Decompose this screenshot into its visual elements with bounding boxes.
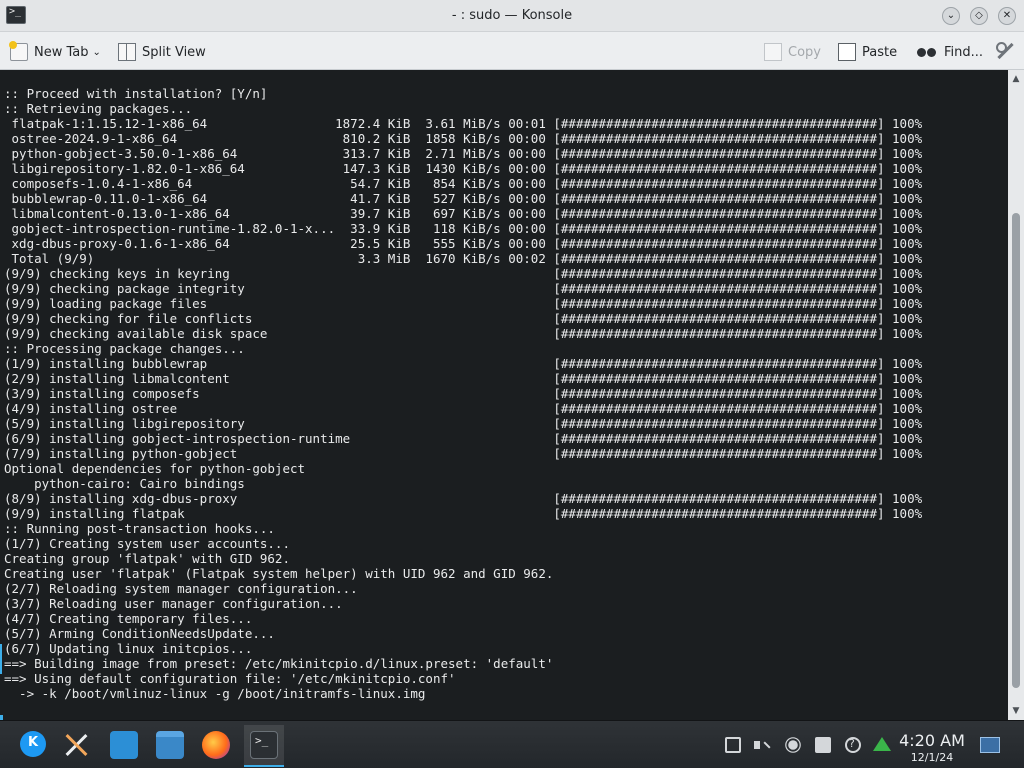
terminal-line: :: Processing package changes...	[4, 341, 245, 356]
terminal-line: (9/9) checking for file conflicts [#####…	[4, 311, 923, 326]
firefox-icon[interactable]	[202, 731, 230, 759]
terminal-line: libmalcontent-0.13.0-1-x86_64 39.7 KiB 6…	[4, 206, 923, 221]
terminal-line: composefs-1.0.4-1-x86_64 54.7 KiB 854 Ki…	[4, 176, 923, 191]
new-tab-label: New Tab	[34, 44, 89, 60]
paste-button[interactable]: Paste	[838, 41, 897, 63]
terminal-line: python-gobject-3.50.0-1-x86_64 313.7 KiB…	[4, 146, 923, 161]
paste-icon	[838, 43, 856, 61]
terminal-line: (5/7) Arming ConditionNeedsUpdate...	[4, 626, 275, 641]
system-settings-icon[interactable]	[62, 731, 90, 759]
terminal-line: :: Running post-transaction hooks...	[4, 521, 275, 536]
terminal-line: (3/7) Reloading user manager configurati…	[4, 596, 343, 611]
help-icon[interactable]	[845, 737, 861, 753]
terminal-line: (2/7) Reloading system manager configura…	[4, 581, 358, 596]
disk-icon[interactable]	[815, 737, 831, 753]
terminal-line: (9/9) checking available disk space [###…	[4, 326, 923, 341]
terminal-line: (6/9) installing gobject-introspection-r…	[4, 431, 923, 446]
minimize-button[interactable]: ⌄	[942, 7, 960, 25]
clock-time[interactable]: 4:20 AM	[892, 731, 972, 750]
scroll-down-icon[interactable]: ▼	[1008, 704, 1024, 718]
binoculars-icon	[916, 43, 938, 61]
terminal-output: :: Proceed with installation? [Y/n]:: Re…	[4, 86, 922, 701]
kde-launcher-icon[interactable]	[20, 731, 46, 757]
new-tab-icon	[9, 41, 28, 61]
clipboard-icon[interactable]	[725, 737, 741, 753]
terminal-line: :: Proceed with installation? [Y/n]	[4, 86, 268, 101]
terminal-line: Creating user 'flatpak' (Flatpak system …	[4, 566, 554, 581]
terminal-line: Creating group 'flatpak' with GID 962.	[4, 551, 290, 566]
terminal-line: bubblewrap-0.11.0-1-x86_64 41.7 KiB 527 …	[4, 191, 923, 206]
maximize-button[interactable]: ◇	[970, 7, 988, 25]
find-button[interactable]: Find...	[916, 41, 983, 63]
konsole-icon[interactable]	[250, 731, 278, 759]
chevron-down-icon[interactable]: ⌄	[93, 47, 101, 58]
copy-button[interactable]: Copy	[764, 41, 821, 63]
split-view-label: Split View	[142, 44, 206, 60]
discover-icon[interactable]	[110, 731, 138, 759]
scroll-up-icon[interactable]: ▲	[1008, 72, 1024, 86]
terminal-line: (9/9) installing flatpak [##############…	[4, 506, 923, 521]
title-bar: - : sudo — Konsole ⌄ ◇ ✕	[0, 0, 1024, 32]
terminal-line: flatpak-1:1.15.12-1-x86_64 1872.4 KiB 3.…	[4, 116, 923, 131]
terminal-line: (9/9) checking keys in keyring [########…	[4, 266, 923, 281]
brightness-icon[interactable]	[788, 740, 798, 750]
find-label: Find...	[944, 44, 984, 60]
copy-label: Copy	[788, 44, 821, 60]
show-desktop-icon[interactable]	[980, 737, 1000, 753]
audio-muted-icon[interactable]	[754, 737, 770, 753]
terminal-line: (2/9) installing libmalcontent [########…	[4, 371, 923, 386]
terminal-line: (1/9) installing bubblewrap [###########…	[4, 356, 923, 371]
terminal-line: (8/9) installing xdg-dbus-proxy [#######…	[4, 491, 923, 506]
toolbar: New Tab ⌄ Split View Copy Paste Find...	[0, 32, 1024, 70]
copy-icon	[764, 43, 782, 61]
taskbar: 4:20 AM 12/1/24	[0, 720, 1024, 768]
settings-menu-icon[interactable]	[994, 40, 1016, 62]
clock-date[interactable]: 12/1/24	[892, 751, 972, 764]
terminal-line: (7/9) installing python-gobject [#######…	[4, 446, 923, 461]
window-title: - : sudo — Konsole	[451, 8, 573, 23]
new-tab-button[interactable]: New Tab ⌄	[9, 41, 101, 63]
terminal-line: (1/7) Creating system user accounts...	[4, 536, 290, 551]
network-icon[interactable]	[873, 737, 891, 751]
terminal-line: -> -k /boot/vmlinuz-linux -g /boot/initr…	[4, 686, 426, 701]
terminal-line: python-cairo: Cairo bindings	[4, 476, 245, 491]
scrollbar-thumb[interactable]	[1012, 213, 1020, 688]
terminal-line: (9/9) loading package files [###########…	[4, 296, 923, 311]
paste-label: Paste	[862, 44, 898, 60]
terminal-line: Optional dependencies for python-gobject	[4, 461, 306, 476]
terminal-line: gobject-introspection-runtime-1.82.0-1-x…	[4, 221, 923, 236]
terminal-line: (4/7) Creating temporary files...	[4, 611, 253, 626]
terminal-line: (5/9) installing libgirepository [######…	[4, 416, 923, 431]
output-marker	[0, 644, 2, 674]
terminal-line: xdg-dbus-proxy-0.1.6-1-x86_64 25.5 KiB 5…	[4, 236, 923, 251]
terminal-line: :: Retrieving packages...	[4, 101, 193, 116]
terminal-line: (3/9) installing composefs [############…	[4, 386, 923, 401]
split-view-button[interactable]: Split View	[118, 41, 206, 63]
split-view-icon	[118, 43, 136, 61]
terminal-line: ==> Using default configuration file: '/…	[4, 671, 456, 686]
terminal-line: (6/7) Updating linux initcpios...	[4, 641, 253, 656]
terminal-view[interactable]: :: Proceed with installation? [Y/n]:: Re…	[0, 70, 1008, 720]
close-button[interactable]: ✕	[998, 7, 1016, 25]
dolphin-icon[interactable]	[156, 731, 184, 759]
terminal-line: Total (9/9) 3.3 MiB 1670 KiB/s 00:02 [##…	[4, 251, 923, 266]
terminal-line: (4/9) installing ostree [###############…	[4, 401, 923, 416]
terminal-line: ==> Building image from preset: /etc/mki…	[4, 656, 554, 671]
terminal-line: ostree-2024.9-1-x86_64 810.2 KiB 1858 Ki…	[4, 131, 923, 146]
terminal-line: (9/9) checking package integrity [######…	[4, 281, 923, 296]
terminal-scrollbar[interactable]: ▲ ▼	[1008, 70, 1024, 720]
terminal-line: libgirepository-1.82.0-1-x86_64 147.3 Ki…	[4, 161, 923, 176]
